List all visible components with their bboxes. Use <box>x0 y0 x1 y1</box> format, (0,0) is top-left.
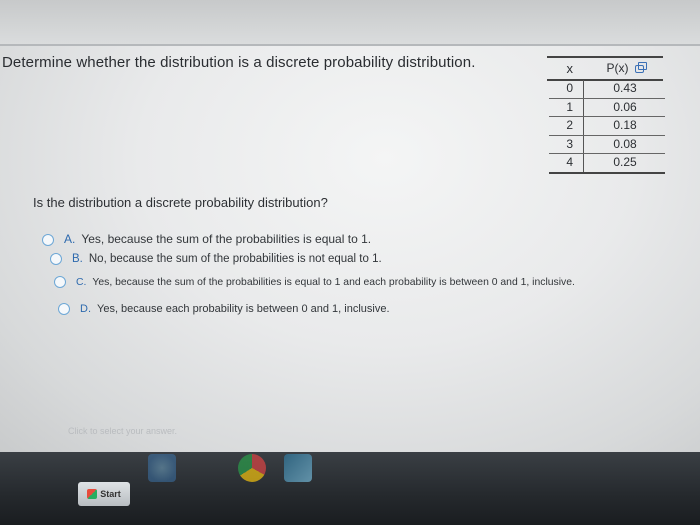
header-x: x <box>566 61 574 76</box>
header-px: P(x) <box>587 61 663 75</box>
table-top-line <box>547 56 663 58</box>
option-text: Yes, because the sum of the probabilitie… <box>81 232 372 246</box>
row-line <box>549 135 665 136</box>
question-text: Determine whether the distribution is a … <box>2 54 476 71</box>
option-letter: C. <box>76 276 87 288</box>
p-value: 0.18 <box>613 118 637 132</box>
taskbar: Start <box>0 452 700 525</box>
internet-explorer-icon[interactable] <box>148 454 176 482</box>
app-icon[interactable] <box>284 454 312 482</box>
x-value: 2 <box>566 118 573 132</box>
row-line <box>549 116 665 117</box>
chrome-icon[interactable] <box>238 454 266 482</box>
row-line <box>549 98 665 99</box>
hint-text: Click to select your answer. <box>68 426 178 436</box>
option-c[interactable]: C. Yes, because the sum of the probabilit… <box>54 276 575 288</box>
option-text: Yes, because each probability is between… <box>97 303 390 315</box>
start-button[interactable]: Start <box>78 482 130 506</box>
p-value: 0.43 <box>613 81 637 95</box>
table-row: 2 0.18 <box>531 118 665 136</box>
option-text: No, because the sum of the probabilities… <box>88 253 382 266</box>
table-row: 4 0.25 <box>531 155 665 173</box>
x-value: 3 <box>566 137 573 151</box>
header-px-label: P(x) <box>606 61 629 75</box>
header-band <box>0 0 700 44</box>
copy-icon[interactable] <box>634 61 647 73</box>
option-letter: D. <box>80 303 91 315</box>
header-divider <box>0 44 700 46</box>
p-value: 0.25 <box>613 155 637 169</box>
table-bottom-line <box>549 172 665 174</box>
option-text: Yes, because the sum of the probabilitie… <box>92 276 575 288</box>
p-value: 0.06 <box>613 100 637 114</box>
row-line <box>549 153 665 154</box>
radio-c[interactable] <box>54 276 66 288</box>
x-value: 1 <box>566 100 573 114</box>
start-label: Start <box>100 489 121 499</box>
x-value: 0 <box>566 81 573 95</box>
radio-b[interactable] <box>50 253 62 265</box>
option-letter: A. <box>64 232 76 246</box>
option-letter: B. <box>72 253 83 266</box>
sub-question-text: Is the distribution a discrete probabili… <box>33 195 328 210</box>
table-row: 0 0.43 <box>531 81 665 99</box>
option-a[interactable]: A. Yes, because the sum of the probabilit… <box>42 232 371 246</box>
option-b[interactable]: B. No, because the sum of the probabiliti… <box>50 253 382 265</box>
radio-d[interactable] <box>58 303 70 316</box>
p-value: 0.08 <box>613 137 637 151</box>
radio-a[interactable] <box>42 233 54 246</box>
option-d[interactable]: D. Yes, because each probability is betwe… <box>58 303 390 316</box>
windows-logo-icon <box>87 489 98 499</box>
screen: Determine whether the distribution is a … <box>0 0 700 452</box>
table-header-row: x P(x) <box>531 61 665 79</box>
x-value: 4 <box>566 155 573 169</box>
